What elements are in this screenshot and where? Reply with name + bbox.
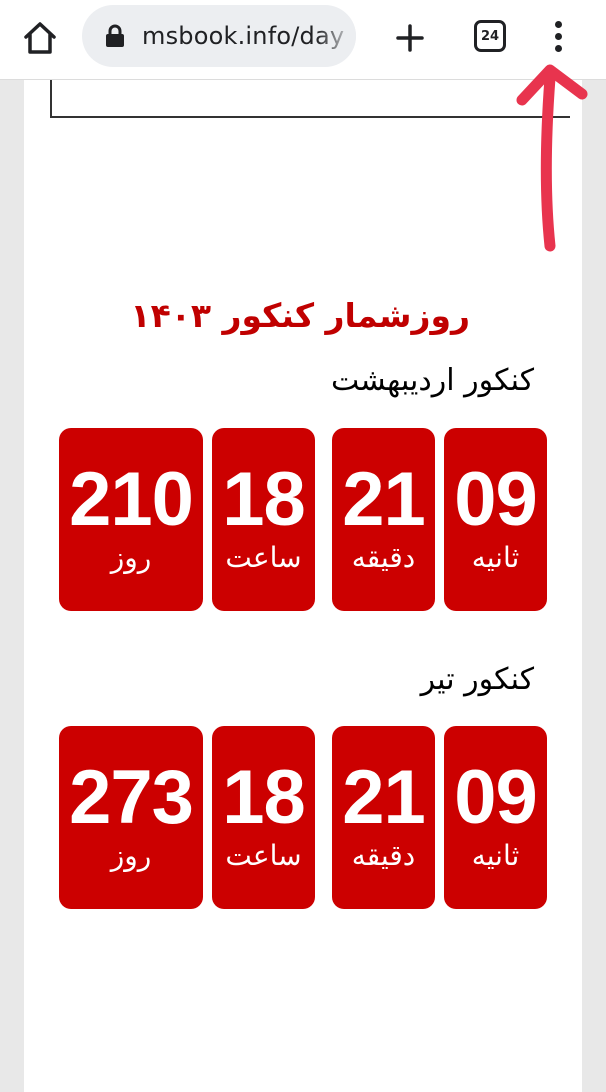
minutes-label: دقیقه [351, 541, 416, 574]
minutes-value: 21 [342, 457, 426, 542]
hours-label: ساعت [225, 839, 302, 872]
menu-dot [554, 44, 562, 52]
content-box-edge [50, 80, 570, 118]
annotation-arrow-icon [516, 64, 588, 252]
days-box: 210 روز [59, 428, 203, 611]
minutes-box: 21 دقیقه [332, 428, 435, 611]
menu-dot [554, 32, 562, 40]
days-box: 273 روز [59, 726, 203, 909]
plus-icon [396, 24, 424, 52]
seconds-box: 09 ثانیه [444, 428, 547, 611]
seconds-label: ثانیه [471, 839, 520, 872]
minutes-box: 21 دقیقه [332, 726, 435, 909]
days-label: روز [110, 839, 152, 872]
hours-box: 18 ساعت [212, 428, 315, 611]
home-icon [24, 22, 56, 54]
seconds-label: ثانیه [471, 541, 520, 574]
tab-count: 24 [480, 28, 500, 44]
days-value: 210 [69, 457, 194, 542]
new-tab-button[interactable] [388, 16, 432, 60]
minutes-value: 21 [342, 755, 426, 840]
section-title-ordibehesht: کنکور اردیبهشت [330, 363, 534, 398]
hours-box: 18 ساعت [212, 726, 315, 909]
url-text[interactable]: msbook.info/day [142, 5, 344, 67]
menu-button[interactable] [540, 14, 576, 58]
page-title: روزشمار کنکور ۱۴۰۳ [130, 296, 470, 335]
hours-label: ساعت [225, 541, 302, 574]
home-button[interactable] [18, 16, 62, 60]
seconds-value: 09 [454, 457, 538, 542]
days-value: 273 [69, 755, 194, 840]
section-title-tir: کنکور تیر [420, 662, 534, 697]
seconds-value: 09 [454, 755, 538, 840]
url-bar[interactable]: msbook.info/day [82, 5, 356, 67]
hours-value: 18 [222, 755, 306, 840]
web-page: روزشمار کنکور ۱۴۰۳ کنکور اردیبهشت 210 رو… [24, 80, 582, 1092]
hours-value: 18 [222, 457, 306, 542]
tab-switcher-button[interactable]: 24 [474, 20, 506, 52]
days-label: روز [110, 541, 152, 574]
url-fade [316, 5, 356, 67]
lock-icon[interactable] [104, 24, 126, 48]
minutes-label: دقیقه [351, 839, 416, 872]
seconds-box: 09 ثانیه [444, 726, 547, 909]
menu-dot [554, 20, 562, 28]
